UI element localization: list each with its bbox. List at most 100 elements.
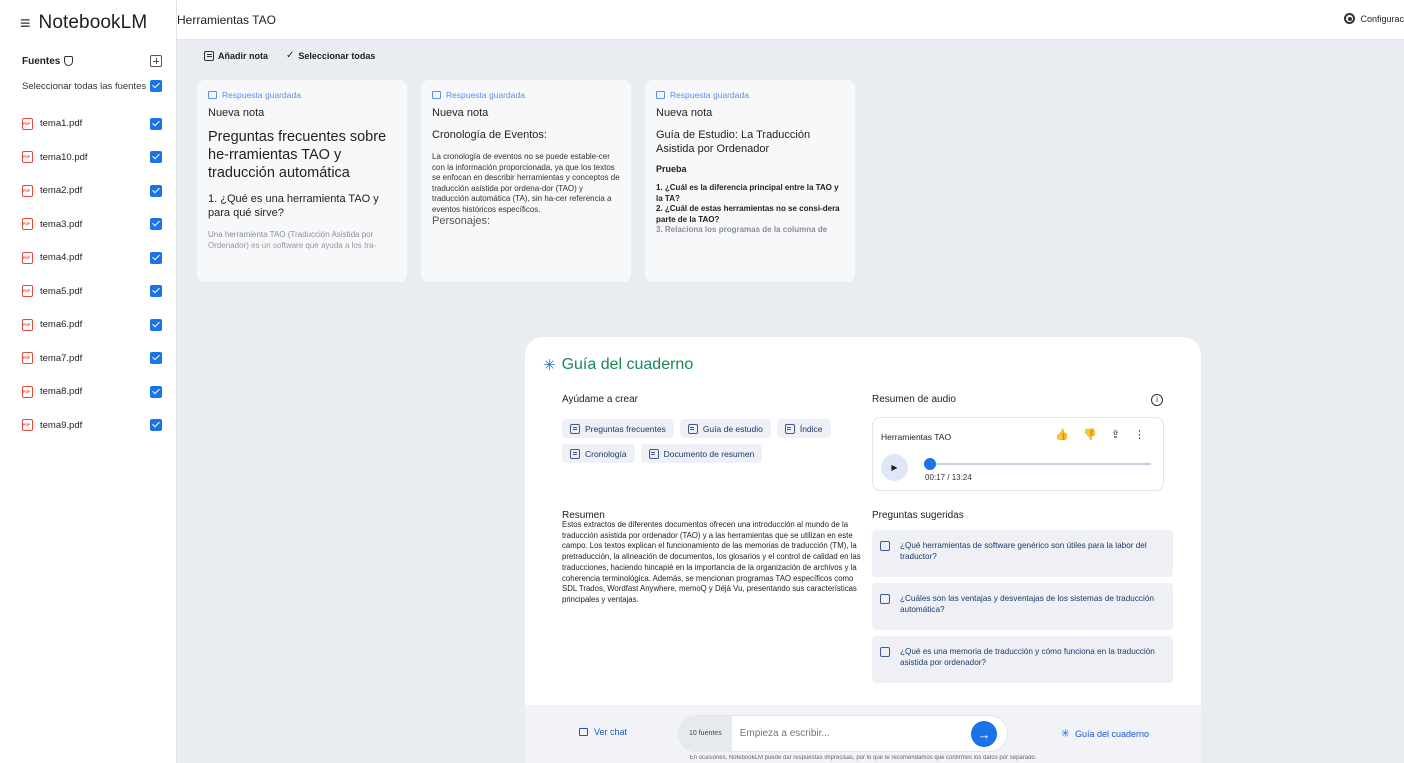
- select-all-notes-button[interactable]: ✓ Seleccionar todas: [286, 50, 375, 61]
- source-name: tema6.pdf: [40, 319, 83, 331]
- pdf-icon: [22, 184, 33, 197]
- info-icon[interactable]: i: [1151, 394, 1163, 406]
- add-source-icon[interactable]: [150, 55, 162, 67]
- source-item[interactable]: tema8.pdf: [22, 375, 162, 409]
- source-checkbox[interactable]: [150, 419, 162, 432]
- guide-title: Guía del cuaderno: [561, 356, 694, 373]
- note-subheading: Prueba: [656, 164, 687, 174]
- source-item[interactable]: tema5.pdf: [22, 275, 162, 309]
- pdf-icon: [22, 318, 33, 331]
- pdf-icon: [22, 251, 33, 264]
- note-title: Nueva nota: [208, 107, 265, 119]
- settings-button[interactable]: Configurac: [1344, 13, 1404, 24]
- suggested-question[interactable]: ¿Cuáles son las ventajas y desventajas d…: [872, 583, 1173, 630]
- pdf-icon: [22, 385, 33, 398]
- source-item[interactable]: tema10.pdf: [22, 141, 162, 175]
- play-button[interactable]: ▶: [881, 454, 908, 481]
- note-card[interactable]: Respuesta guardada Nueva nota Guía de Es…: [645, 80, 855, 282]
- audio-time: 00:17 / 13:24: [925, 473, 972, 482]
- source-checkbox[interactable]: [150, 251, 162, 264]
- chat-icon: [579, 728, 588, 736]
- note-question: 1. ¿Qué es una herramienta TAO y para qu…: [208, 193, 379, 219]
- more-options-icon[interactable]: ⋮: [1134, 428, 1145, 441]
- question-icon: [880, 594, 890, 604]
- source-item[interactable]: tema4.pdf: [22, 241, 162, 275]
- top-bar: Herramientas TAO Configurac: [177, 0, 1404, 40]
- suggested-question[interactable]: ¿Qué es una memoria de traducción y cómo…: [872, 636, 1173, 683]
- source-name: tema3.pdf: [40, 218, 83, 230]
- source-checkbox[interactable]: [150, 352, 162, 365]
- source-item[interactable]: tema2.pdf: [22, 174, 162, 208]
- chip-study-guide[interactable]: Guía de estudio: [679, 419, 771, 438]
- notebook-title[interactable]: Herramientas TAO: [177, 13, 276, 27]
- source-name: tema7.pdf: [40, 352, 83, 364]
- thumbs-down-icon[interactable]: 👎: [1083, 428, 1097, 441]
- send-button[interactable]: →: [971, 721, 997, 747]
- add-note-button[interactable]: Añadir nota: [204, 50, 268, 61]
- chip-label: Documento de resumen: [663, 448, 755, 459]
- source-item[interactable]: tema1.pdf: [22, 107, 162, 141]
- chip-timeline[interactable]: Cronología: [562, 444, 635, 463]
- document-icon: [687, 423, 698, 434]
- select-all-sources-label: Seleccionar todas las fuentes: [22, 80, 147, 92]
- chat-input[interactable]: [739, 728, 960, 739]
- gear-icon: [1344, 13, 1356, 24]
- note-question: 3. Relaciona los programas de la columna…: [656, 225, 828, 234]
- source-checkbox[interactable]: [150, 318, 162, 331]
- source-item[interactable]: tema9.pdf: [22, 409, 162, 443]
- note-card[interactable]: Respuesta guardada Nueva nota Cronología…: [421, 80, 631, 282]
- notebook-guide-button[interactable]: ✳ Guía del cuaderno: [1061, 727, 1149, 740]
- shield-icon[interactable]: [64, 56, 74, 66]
- sources-count-chip[interactable]: 10 fuentes: [679, 716, 732, 751]
- pdf-icon: [22, 352, 33, 365]
- audio-progress-handle[interactable]: [923, 458, 936, 470]
- suggested-question-text: ¿Qué es una memoria de traducción y cómo…: [900, 647, 1155, 667]
- arrow-right-icon: →: [977, 726, 991, 742]
- notebook-guide: ✳ Guía del cuaderno Ayúdame a crear Pregu…: [525, 337, 1201, 763]
- source-item[interactable]: tema7.pdf: [22, 342, 162, 376]
- source-name: tema8.pdf: [40, 386, 83, 398]
- pdf-icon: [22, 117, 33, 130]
- source-checkbox[interactable]: [150, 218, 162, 231]
- note-heading: Preguntas frecuentes sobre he-rramientas…: [208, 129, 387, 181]
- play-icon: ▶: [891, 463, 898, 472]
- note-heading: Guía de Estudio: La Traducción Asistida …: [656, 129, 811, 155]
- view-chat-button[interactable]: Ver chat: [579, 727, 627, 737]
- select-all-sources[interactable]: Seleccionar todas las fuentes: [22, 80, 162, 92]
- source-item[interactable]: tema6.pdf: [22, 308, 162, 342]
- pdf-icon: [22, 151, 33, 164]
- source-checkbox[interactable]: [150, 285, 162, 298]
- thumbs-up-icon[interactable]: 👍: [1055, 428, 1069, 441]
- suggested-question[interactable]: ¿Qué herramientas de software genérico s…: [872, 530, 1173, 577]
- document-icon: [570, 448, 580, 459]
- note-card[interactable]: Respuesta guardada Nueva nota Preguntas …: [197, 80, 407, 282]
- source-name: tema4.pdf: [40, 252, 83, 264]
- sparkle-icon: ✳: [543, 357, 556, 374]
- source-checkbox[interactable]: [150, 385, 162, 398]
- menu-icon[interactable]: ≡: [20, 13, 31, 33]
- source-item[interactable]: tema3.pdf: [22, 208, 162, 242]
- pdf-icon: [22, 285, 33, 298]
- note-actions: Añadir nota ✓ Seleccionar todas: [204, 50, 375, 61]
- suggested-questions-label: Preguntas sugeridas: [872, 510, 964, 521]
- source-checkbox[interactable]: [150, 151, 162, 164]
- saved-response-icon: [432, 91, 441, 99]
- suggested-question-text: ¿Qué herramientas de software genérico s…: [900, 541, 1147, 561]
- source-checkbox[interactable]: [150, 184, 162, 197]
- brand: ≡ NotebookLM: [20, 12, 147, 34]
- chip-summary-doc[interactable]: Documento de resumen: [640, 444, 763, 463]
- document-icon: [784, 423, 795, 434]
- sources-header: Fuentes: [22, 55, 162, 67]
- saved-label: Respuesta guardada: [446, 90, 525, 100]
- chip-faq[interactable]: Preguntas frecuentes: [562, 419, 674, 438]
- pdf-icon: [22, 218, 33, 231]
- sidebar: ≡ NotebookLM Fuentes Seleccionar todas l…: [0, 0, 177, 763]
- select-all-checkbox[interactable]: [150, 80, 162, 92]
- chip-index[interactable]: Índice: [776, 419, 831, 438]
- note-question: 2. ¿Cuál de estas herramientas no se con…: [656, 204, 840, 224]
- note-question: 1. ¿Cuál es la diferencia principal entr…: [656, 183, 839, 203]
- share-icon[interactable]: ⇪: [1111, 428, 1120, 441]
- audio-progress-track[interactable]: [925, 463, 1151, 465]
- source-checkbox[interactable]: [150, 117, 162, 130]
- audio-player: Herramientas TAO 👍 👎 ⇪ ⋮ ▶ 00:17 / 13:24: [872, 417, 1164, 491]
